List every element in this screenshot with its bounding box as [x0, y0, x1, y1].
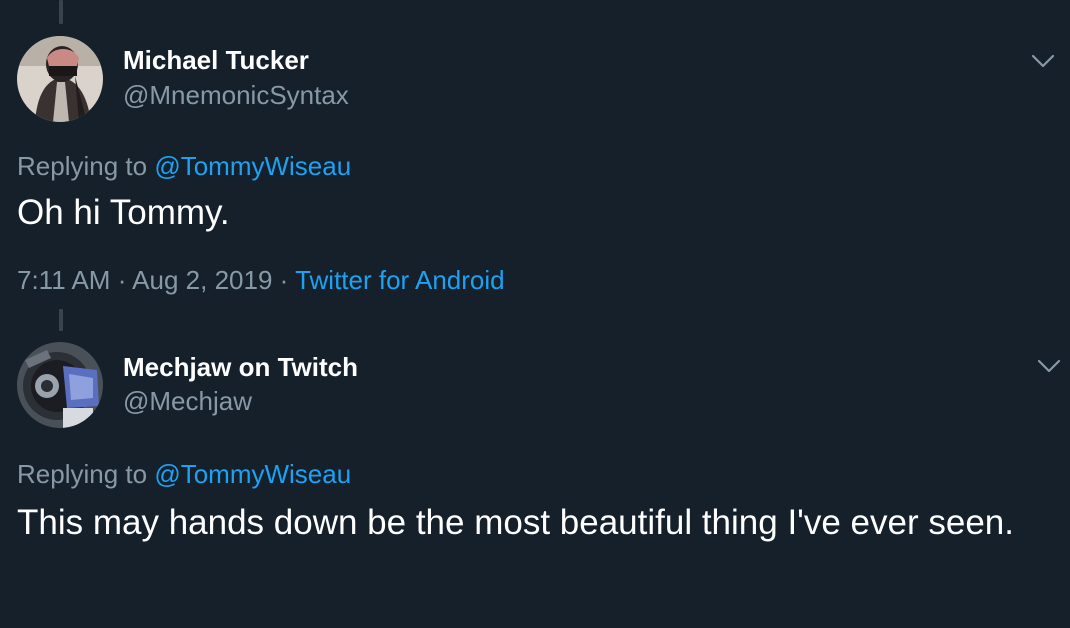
chevron-down-icon[interactable] [1030, 52, 1056, 70]
tweet-text: Oh hi Tommy. [17, 193, 230, 232]
meta-separator: · [279, 265, 289, 295]
profile-photo-robot-helmet-icon [17, 342, 103, 428]
user-handle[interactable]: @Mechjaw [123, 386, 252, 416]
replying-to: Replying to @TommyWiseau [17, 459, 351, 489]
replying-to-link[interactable]: @TommyWiseau [154, 151, 351, 181]
tweet-meta: 7:11 AM · Aug 2, 2019 · Twitter for Andr… [17, 265, 505, 295]
tweet-date[interactable]: Aug 2, 2019 [132, 265, 272, 295]
replying-to: Replying to @TommyWiseau [17, 151, 351, 181]
tweet-text: This may hands down be the most beautifu… [17, 503, 1014, 542]
thread-connector-top [59, 0, 63, 24]
replying-prefix: Replying to [17, 151, 148, 181]
profile-photo-masked-figure-icon [17, 36, 103, 122]
thread-connector-middle [59, 309, 63, 331]
avatar-michael-tucker[interactable] [17, 36, 103, 122]
replying-prefix: Replying to [17, 459, 148, 489]
display-name[interactable]: Michael Tucker [123, 45, 309, 75]
avatar-mechjaw[interactable] [17, 342, 103, 428]
tweet-thread: Michael Tucker @MnemonicSyntax Replying … [0, 0, 1070, 628]
display-name[interactable]: Mechjaw on Twitch [123, 352, 358, 382]
replying-to-link[interactable]: @TommyWiseau [154, 459, 351, 489]
user-handle[interactable]: @MnemonicSyntax [123, 80, 349, 110]
tweet-time[interactable]: 7:11 AM [17, 265, 110, 295]
meta-separator: · [117, 265, 127, 295]
chevron-down-icon[interactable] [1036, 357, 1062, 375]
tweet-source-link[interactable]: Twitter for Android [295, 265, 505, 295]
